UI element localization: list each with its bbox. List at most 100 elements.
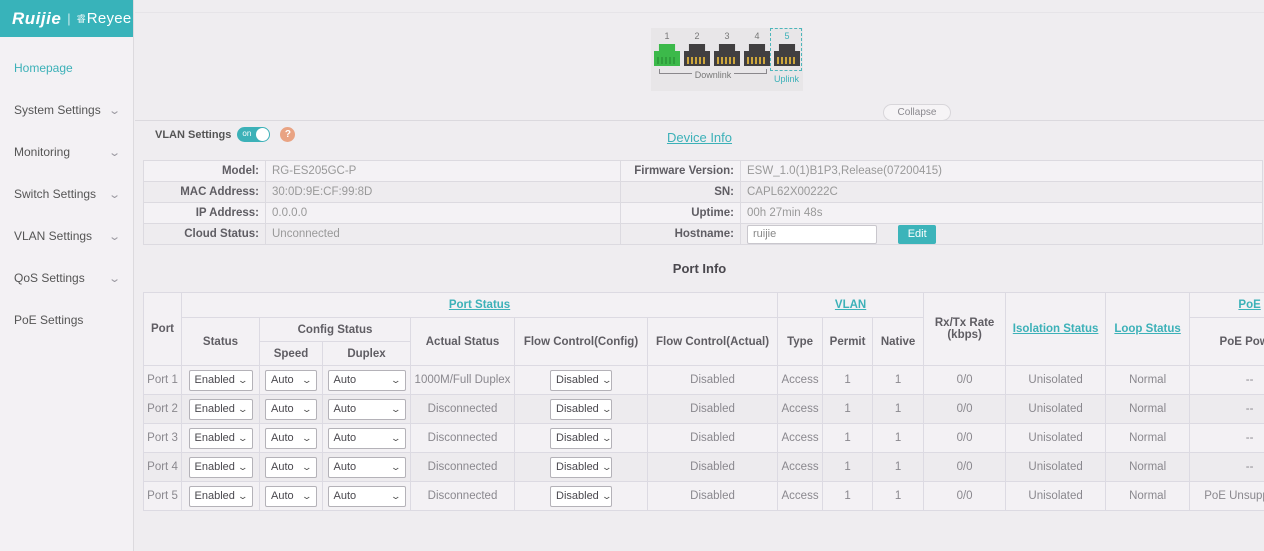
isolation-cell: Unisolated xyxy=(1006,395,1106,424)
sidebar: Ruijie | 睿 Reyee Homepage System Setting… xyxy=(0,0,134,551)
speed-select[interactable]: Auto ⌄ xyxy=(265,428,317,449)
flow-control-select[interactable]: Disabled⌄ xyxy=(550,399,612,420)
select-value: Auto xyxy=(334,374,357,386)
select-value: Auto xyxy=(271,374,294,386)
brand-logo: Ruijie | 睿 Reyee xyxy=(0,0,133,37)
rate-cell: 0/0 xyxy=(924,482,1006,511)
logo-ruijie-text: Ruijie xyxy=(12,9,61,29)
col-port: Port xyxy=(144,293,182,366)
status-select[interactable]: Enabled⌄ xyxy=(189,457,253,478)
col-duplex: Duplex xyxy=(323,342,411,366)
logo-cn-glyph: 睿 xyxy=(77,12,86,25)
device-info-link-wrap: Device Info xyxy=(135,129,1264,147)
hostname-label: Hostname: xyxy=(621,224,741,245)
select-value: Disabled xyxy=(556,432,599,444)
collapse-button[interactable]: Collapse xyxy=(883,104,951,121)
col-flow-control-actual: Flow Control(Actual) xyxy=(648,318,778,366)
vlan-link[interactable]: VLAN xyxy=(835,299,866,311)
poe-link[interactable]: PoE xyxy=(1238,299,1260,311)
hostname-input[interactable] xyxy=(747,225,877,244)
port-2-icon[interactable] xyxy=(684,44,710,66)
sidebar-item-qos-settings[interactable]: QoS Settings ⌄ xyxy=(0,257,133,299)
status-select[interactable]: Enabled⌄ xyxy=(189,428,253,449)
actual-status-cell: Disconnected xyxy=(411,424,515,453)
duplex-select[interactable]: Auto⌄ xyxy=(328,370,406,391)
firmware-value: ESW_1.0(1)B1P3,Release(07200415) xyxy=(741,161,1263,182)
port-1-icon[interactable] xyxy=(654,44,680,66)
select-value: Disabled xyxy=(556,403,599,415)
downlink-label: Downlink xyxy=(651,70,775,80)
isolation-cell: Unisolated xyxy=(1006,453,1106,482)
speed-select[interactable]: Auto⌄ xyxy=(265,370,317,391)
poe-power-cell: -- xyxy=(1190,395,1264,424)
model-value: RG-ES205GC-P xyxy=(266,161,621,182)
speed-select[interactable]: Auto⌄ xyxy=(265,457,317,478)
speed-select[interactable]: Auto⌄ xyxy=(265,399,317,420)
port-status-link[interactable]: Port Status xyxy=(449,299,510,311)
chevron-down-icon: ⌄ xyxy=(108,146,121,159)
sidebar-item-switch-settings[interactable]: Switch Settings ⌄ xyxy=(0,173,133,215)
loop-cell: Normal xyxy=(1106,482,1190,511)
permit-cell: 1 xyxy=(823,453,873,482)
select-value: Disabled xyxy=(556,461,599,473)
poe-power-cell: -- xyxy=(1190,453,1264,482)
status-select[interactable]: Enabled⌄ xyxy=(189,486,253,507)
chevron-down-icon: ⌄ xyxy=(601,491,612,502)
sidebar-item-homepage[interactable]: Homepage xyxy=(0,47,133,89)
loop-cell: Normal xyxy=(1106,366,1190,395)
sidebar-item-vlan-settings[interactable]: VLAN Settings ⌄ xyxy=(0,215,133,257)
col-port-status: Port Status xyxy=(182,293,778,318)
select-value: Enabled xyxy=(195,374,235,386)
flow-control-select[interactable]: Disabled⌄ xyxy=(550,370,612,391)
chevron-down-icon: ⌄ xyxy=(302,433,313,444)
native-cell: 1 xyxy=(873,453,924,482)
poe-power-cell: -- xyxy=(1190,366,1264,395)
speed-select[interactable]: Auto⌄ xyxy=(265,486,317,507)
type-cell: Access xyxy=(778,366,823,395)
loop-status-link[interactable]: Loop Status xyxy=(1114,323,1180,335)
rate-cell: 0/0 xyxy=(924,453,1006,482)
duplex-select[interactable]: Auto⌄ xyxy=(328,428,406,449)
chevron-down-icon: ⌄ xyxy=(390,462,401,473)
port-diagram-panel: 1 2 3 4 5 Downlink Uplink xyxy=(651,28,803,91)
port-4-icon[interactable] xyxy=(744,44,770,66)
permit-cell: 1 xyxy=(823,424,873,453)
table-row: IP Address: 0.0.0.0 Uptime: 00h 27min 48… xyxy=(144,203,1263,224)
duplex-select[interactable]: Auto⌄ xyxy=(328,399,406,420)
port-row-2: Port 2 Enabled⌄ Auto⌄ Auto⌄ Disconnected… xyxy=(144,395,1264,424)
col-loop-status: Loop Status xyxy=(1106,293,1190,366)
isolation-status-link[interactable]: Isolation Status xyxy=(1013,323,1099,335)
status-select[interactable]: Enabled⌄ xyxy=(189,399,253,420)
mac-label: MAC Address: xyxy=(144,182,266,203)
edit-hostname-button[interactable]: Edit xyxy=(898,225,936,244)
table-row: Model: RG-ES205GC-P Firmware Version: ES… xyxy=(144,161,1263,182)
duplex-select[interactable]: Auto⌄ xyxy=(328,486,406,507)
uptime-value: 00h 27min 48s xyxy=(741,203,1263,224)
type-cell: Access xyxy=(778,482,823,511)
device-info-link[interactable]: Device Info xyxy=(667,130,732,145)
port-info-table: Port Port Status VLAN Rx/Tx Rate (kbps) … xyxy=(143,292,1264,511)
type-cell: Access xyxy=(778,424,823,453)
sidebar-item-system-settings[interactable]: System Settings ⌄ xyxy=(0,89,133,131)
select-value: Enabled xyxy=(195,461,235,473)
sidebar-nav: Homepage System Settings ⌄ Monitoring ⌄ … xyxy=(0,37,133,341)
actual-status-cell: Disconnected xyxy=(411,395,515,424)
permit-cell: 1 xyxy=(823,366,873,395)
sidebar-item-label: VLAN Settings xyxy=(14,229,92,243)
col-rxtx-rate: Rx/Tx Rate (kbps) xyxy=(924,293,1006,366)
port-3-icon[interactable] xyxy=(714,44,740,66)
select-value: Auto xyxy=(271,432,294,444)
chevron-down-icon: ⌄ xyxy=(390,433,401,444)
flow-control-actual-cell: Disabled xyxy=(648,482,778,511)
flow-control-select[interactable]: Disabled⌄ xyxy=(550,457,612,478)
flow-control-select[interactable]: Disabled⌄ xyxy=(550,428,612,449)
sidebar-item-monitoring[interactable]: Monitoring ⌄ xyxy=(0,131,133,173)
poe-power-cell: PoE Unsupported xyxy=(1190,482,1264,511)
status-select[interactable]: Enabled⌄ xyxy=(189,370,253,391)
chevron-down-icon: ⌄ xyxy=(108,272,121,285)
sidebar-item-poe-settings[interactable]: PoE Settings xyxy=(0,299,133,341)
flow-control-select[interactable]: Disabled⌄ xyxy=(550,486,612,507)
chevron-down-icon: ⌄ xyxy=(237,404,248,415)
chevron-down-icon: ⌄ xyxy=(601,462,612,473)
duplex-select[interactable]: Auto⌄ xyxy=(328,457,406,478)
